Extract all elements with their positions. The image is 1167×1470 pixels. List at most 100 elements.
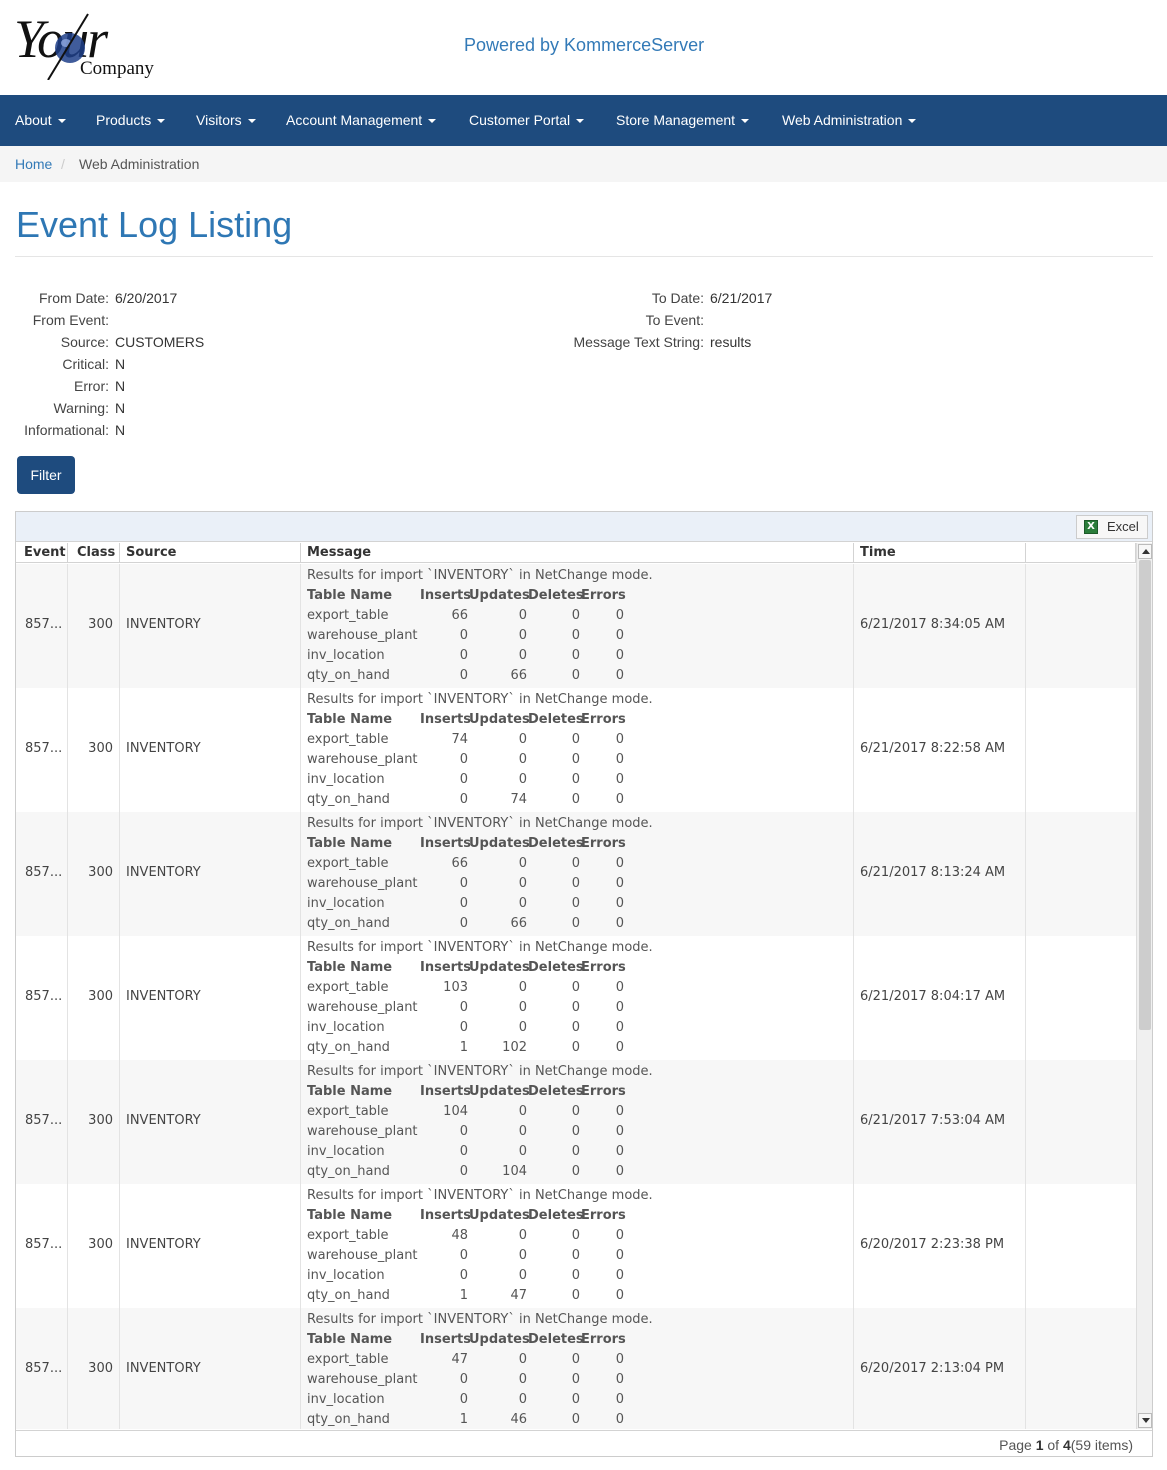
msg-header-updates: Updates xyxy=(469,1332,530,1347)
event-time: 6/21/2017 8:04:17 AM xyxy=(860,989,1006,1004)
msg-updates: 0 xyxy=(518,1268,527,1283)
msg-table-name: inv_location xyxy=(307,648,385,663)
event-id: 857... xyxy=(25,989,63,1004)
event-time: 6/20/2017 2:13:04 PM xyxy=(860,1361,1005,1376)
msg-errors: 0 xyxy=(615,916,624,931)
grid-header: Event Class Source Message Time xyxy=(16,543,1152,563)
nav-about[interactable]: About xyxy=(15,95,66,146)
scroll-down-arrow[interactable] xyxy=(1138,1413,1152,1428)
msg-header-table: Table Name xyxy=(307,1208,393,1223)
column-header-class[interactable]: Class xyxy=(68,543,120,563)
table-row[interactable]: 857... 300 INVENTORY Results for import `IN… xyxy=(16,1184,1136,1308)
msg-inserts: 74 xyxy=(451,732,468,747)
cell-spacer xyxy=(1026,1184,1136,1308)
table-row[interactable]: 857... 300 INVENTORY Results for import `IN… xyxy=(16,564,1136,688)
msg-deletes: 0 xyxy=(571,792,580,807)
event-id: 857... xyxy=(25,1113,63,1128)
event-class: 300 xyxy=(88,741,113,756)
msg-errors: 0 xyxy=(615,752,624,767)
filter-button[interactable]: Filter xyxy=(17,456,75,494)
msg-header-updates: Updates xyxy=(469,1084,530,1099)
scroll-up-arrow[interactable] xyxy=(1138,544,1152,559)
msg-inserts: 0 xyxy=(459,1020,468,1035)
event-id: 857... xyxy=(25,1237,63,1252)
msg-table-name: inv_location xyxy=(307,1020,385,1035)
msg-inserts: 1 xyxy=(459,1040,468,1055)
grid-vertical-scrollbar[interactable] xyxy=(1136,543,1152,1429)
msg-inserts: 0 xyxy=(459,1164,468,1179)
critical-label: Critical: xyxy=(62,356,109,372)
nav-store-management[interactable]: Store Management xyxy=(616,95,750,146)
msg-deletes: 0 xyxy=(571,1104,580,1119)
msg-table-name: inv_location xyxy=(307,896,385,911)
cell-message: Results for import `INVENTORY` in NetCha… xyxy=(301,1308,854,1429)
msg-header-errors: Errors xyxy=(581,1332,626,1347)
msg-table-name: export_table xyxy=(307,608,389,623)
table-row[interactable]: 857... 300 INVENTORY Results for import `IN… xyxy=(16,812,1136,936)
msg-errors: 0 xyxy=(615,1164,624,1179)
company-logo[interactable]: Your Company xyxy=(12,8,172,83)
msg-table-name: qty_on_hand xyxy=(307,1412,390,1427)
cell-spacer xyxy=(1026,936,1136,1060)
excel-label: Excel xyxy=(1107,519,1139,534)
msg-inserts: 0 xyxy=(459,876,468,891)
nav-account-management[interactable]: Account Management xyxy=(286,95,437,146)
msg-updates: 0 xyxy=(518,1392,527,1407)
msg-errors: 0 xyxy=(615,1020,624,1035)
message-title: Results for import `INVENTORY` in NetCha… xyxy=(307,940,653,955)
msg-updates: 0 xyxy=(518,1020,527,1035)
msg-table-name: inv_location xyxy=(307,1268,385,1283)
arrow-up-icon xyxy=(1142,549,1150,554)
msg-updates: 0 xyxy=(518,732,527,747)
column-header-event[interactable]: Event xyxy=(16,543,68,563)
cell-event: 857... xyxy=(16,1308,68,1429)
msg-errors: 0 xyxy=(615,1248,624,1263)
msg-updates: 0 xyxy=(518,1372,527,1387)
msg-updates: 0 xyxy=(518,1248,527,1263)
msg-deletes: 0 xyxy=(571,1372,580,1387)
message-text-value: results xyxy=(710,334,752,350)
message-title: Results for import `INVENTORY` in NetCha… xyxy=(307,1064,653,1079)
msg-inserts: 104 xyxy=(443,1104,468,1119)
cell-time: 6/21/2017 8:22:58 AM xyxy=(854,688,1026,812)
message-title: Results for import `INVENTORY` in NetCha… xyxy=(307,816,653,831)
nav-products[interactable]: Products xyxy=(96,95,166,146)
from-event-label: From Event: xyxy=(32,312,109,328)
msg-updates: 0 xyxy=(518,1352,527,1367)
table-row[interactable]: 857... 300 INVENTORY Results for import `IN… xyxy=(16,1308,1136,1429)
msg-header-errors: Errors xyxy=(581,1084,626,1099)
table-row[interactable]: 857... 300 INVENTORY Results for import `IN… xyxy=(16,688,1136,812)
cell-class: 300 xyxy=(68,688,120,812)
column-header-source[interactable]: Source xyxy=(120,543,301,563)
nav-visitors[interactable]: Visitors xyxy=(196,95,256,146)
msg-errors: 0 xyxy=(615,772,624,787)
msg-errors: 0 xyxy=(615,1144,624,1159)
msg-table-name: export_table xyxy=(307,980,389,995)
msg-errors: 0 xyxy=(615,1040,624,1055)
logo-company-text: Company xyxy=(80,58,154,79)
excel-export-button[interactable]: X Excel xyxy=(1076,515,1148,539)
breadcrumb-home-link[interactable]: Home xyxy=(15,146,52,182)
table-row[interactable]: 857... 300 INVENTORY Results for import `IN… xyxy=(16,936,1136,1060)
msg-deletes: 0 xyxy=(571,648,580,663)
message-text-label: Message Text String: xyxy=(573,334,704,350)
msg-header-table: Table Name xyxy=(307,960,393,975)
msg-table-name: qty_on_hand xyxy=(307,1288,390,1303)
cell-class: 300 xyxy=(68,1060,120,1184)
table-row[interactable]: 857... 300 INVENTORY Results for import `IN… xyxy=(16,1060,1136,1184)
msg-deletes: 0 xyxy=(571,1288,580,1303)
msg-inserts: 0 xyxy=(459,1000,468,1015)
msg-inserts: 66 xyxy=(451,608,468,623)
msg-inserts: 48 xyxy=(451,1228,468,1243)
msg-table-name: export_table xyxy=(307,856,389,871)
scroll-thumb[interactable] xyxy=(1139,560,1151,1030)
nav-web-administration[interactable]: Web Administration xyxy=(782,95,917,146)
nav-customer-portal[interactable]: Customer Portal xyxy=(469,95,585,146)
msg-deletes: 0 xyxy=(571,876,580,891)
main-navbar: About Products Visitors Account Manageme… xyxy=(0,95,1167,146)
title-divider xyxy=(15,256,1153,257)
msg-header-deletes: Deletes xyxy=(528,1084,584,1099)
column-header-time[interactable]: Time xyxy=(854,543,1026,563)
msg-errors: 0 xyxy=(615,1228,624,1243)
column-header-message[interactable]: Message xyxy=(301,543,854,563)
